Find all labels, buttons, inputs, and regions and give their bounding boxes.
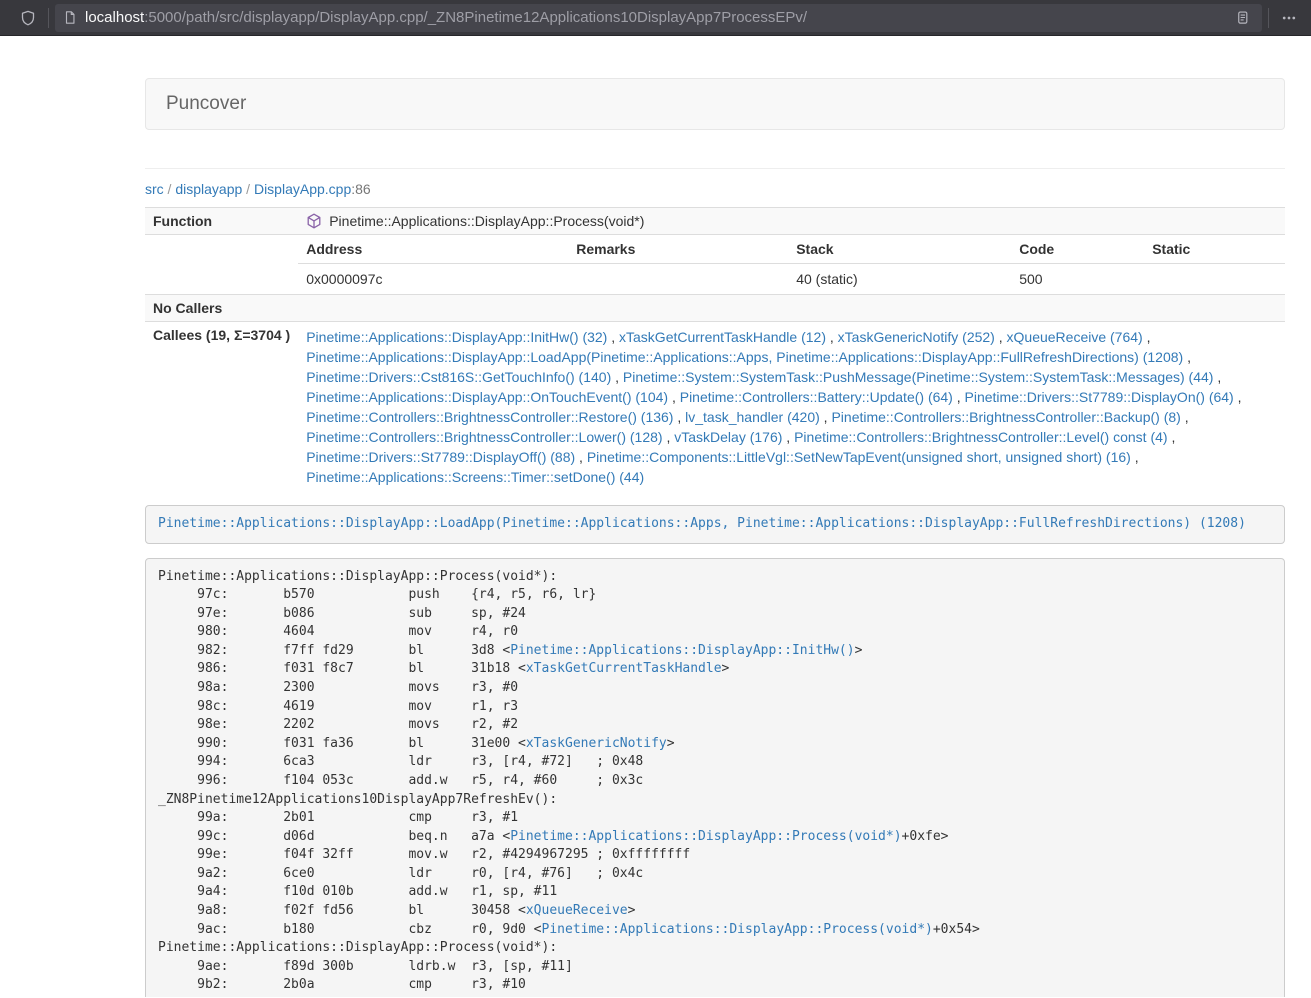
assembly-line: 994: 6ca3 ldr r3, [r4, #72] ; 0x48: [158, 753, 1272, 772]
col-header-static: Static: [1144, 235, 1285, 264]
snippet-link[interactable]: Pinetime::Applications::DisplayApp::Load…: [158, 516, 1246, 531]
assembly-line: Pinetime::Applications::DisplayApp::Proc…: [158, 568, 1272, 587]
callees-list: Pinetime::Applications::DisplayApp::Init…: [298, 322, 1285, 493]
assembly-line: 99c: d06d beq.n a7a <Pinetime::Applicati…: [158, 828, 1272, 847]
assembly-line: 97c: b570 push {r4, r5, r6, lr}: [158, 586, 1272, 605]
app-header-panel: Puncover: [145, 78, 1285, 130]
breadcrumb-separator: /: [164, 181, 176, 197]
breadcrumb-link[interactable]: DisplayApp.cpp: [254, 181, 351, 197]
assembly-line: 9ae: f89d 300b ldrb.w r3, [sp, #11]: [158, 958, 1272, 977]
callee-link[interactable]: Pinetime::Applications::DisplayApp::Init…: [306, 329, 607, 345]
function-row: Function Pinetime::Applications::Display…: [145, 208, 1285, 235]
assembly-line: 990: f031 fa36 bl 31e00 <xTaskGenericNot…: [158, 735, 1272, 754]
callee-link[interactable]: vTaskDelay (176): [674, 429, 782, 445]
page: Puncover src / displayapp / DisplayApp.c…: [0, 36, 1311, 997]
callees-row: Callees (19, Σ=3704 ) Pinetime::Applicat…: [145, 322, 1285, 493]
col-header-address: Address: [298, 235, 568, 264]
assembly-symbol-link[interactable]: Pinetime::Applications::DisplayApp::Proc…: [510, 829, 901, 844]
callee-link[interactable]: Pinetime::Applications::DisplayApp::OnTo…: [306, 389, 668, 405]
assembly-symbol-link[interactable]: xQueueReceive: [526, 903, 628, 918]
assembly-symbol-link[interactable]: xTaskGenericNotify: [526, 736, 667, 751]
col-header-remarks: Remarks: [568, 235, 788, 264]
callee-link[interactable]: Pinetime::Controllers::BrightnessControl…: [306, 409, 673, 425]
assembly-line: 99a: 2b01 cmp r3, #1: [158, 809, 1272, 828]
static-value: [1144, 264, 1285, 295]
url-host: localhost: [85, 9, 144, 26]
assembly-line: 996: f104 053c add.w r5, r4, #60 ; 0x3c: [158, 772, 1272, 791]
menu-meatball-icon[interactable]: [1275, 4, 1303, 32]
assembly-line: 97e: b086 sub sp, #24: [158, 605, 1272, 624]
callee-link[interactable]: xTaskGenericNotify (252): [838, 329, 995, 345]
page-icon: [61, 9, 79, 27]
col-header-stack: Stack: [788, 235, 1011, 264]
assembly-line: 98e: 2202 movs r2, #2: [158, 716, 1272, 735]
code-value: 500: [1011, 264, 1144, 295]
callee-link[interactable]: xQueueReceive (764): [1007, 329, 1143, 345]
callee-link[interactable]: Pinetime::Controllers::BrightnessControl…: [306, 429, 662, 445]
assembly-listing: Pinetime::Applications::DisplayApp::Proc…: [145, 558, 1285, 997]
callees-label: Callees (19, Σ=3704 ): [145, 322, 298, 493]
details-header-row: Address Remarks Stack Code Static: [298, 235, 1285, 264]
divider: [145, 168, 1285, 169]
col-header-code: Code: [1011, 235, 1144, 264]
assembly-line: 982: f7ff fd29 bl 3d8 <Pinetime::Applica…: [158, 642, 1272, 661]
assembly-line: 99e: f04f 32ff mov.w r2, #4294967295 ; 0…: [158, 846, 1272, 865]
reader-mode-icon[interactable]: [1228, 4, 1256, 32]
assembly-line: 98a: 2300 movs r3, #0: [158, 679, 1272, 698]
breadcrumb: src / displayapp / DisplayApp.cpp:86: [145, 181, 1285, 197]
toolbar-divider: [1268, 8, 1269, 28]
callee-link[interactable]: Pinetime::Drivers::Cst816S::GetTouchInfo…: [306, 369, 611, 385]
assembly-line: 986: f031 f8c7 bl 31b18 <xTaskGetCurrent…: [158, 660, 1272, 679]
assembly-line: 980: 4604 mov r4, r0: [158, 623, 1272, 642]
assembly-line: 9a2: 6ce0 ldr r0, [r4, #76] ; 0x4c: [158, 865, 1272, 884]
assembly-line: 9a8: f02f fd56 bl 30458 <xQueueReceive>: [158, 902, 1272, 921]
url-bar[interactable]: localhost:5000/path/src/displayapp/Displ…: [55, 4, 1262, 32]
callee-link[interactable]: lv_task_handler (420): [685, 409, 820, 425]
assembly-symbol-link[interactable]: xTaskGetCurrentTaskHandle: [526, 661, 722, 676]
page-title: Puncover: [166, 93, 246, 114]
shield-icon[interactable]: [14, 4, 42, 32]
callee-link[interactable]: Pinetime::Drivers::St7789::DisplayOn() (…: [965, 389, 1234, 405]
assembly-line: 9a4: f10d 010b add.w r1, sp, #11: [158, 883, 1272, 902]
address-value: 0x0000097c: [298, 264, 568, 295]
callee-link[interactable]: xTaskGetCurrentTaskHandle (12): [619, 329, 826, 345]
callee-link[interactable]: Pinetime::Applications::DisplayApp::Load…: [306, 349, 1183, 365]
url-text: localhost:5000/path/src/displayapp/Displ…: [85, 9, 1228, 26]
assembly-symbol-link[interactable]: Pinetime::Applications::DisplayApp::Proc…: [542, 922, 933, 937]
cube-icon: [306, 213, 322, 229]
callee-link[interactable]: Pinetime::Controllers::Battery::Update()…: [680, 389, 953, 405]
function-label: Function: [145, 208, 298, 235]
assembly-line: 9ac: b180 cbz r0, 9d0 <Pinetime::Applica…: [158, 921, 1272, 940]
url-path: :5000/path/src/displayapp/DisplayApp.cpp…: [144, 9, 807, 26]
callee-link[interactable]: Pinetime::Controllers::BrightnessControl…: [831, 409, 1180, 425]
assembly-line: 9b2: 2b0a cmp r3, #10: [158, 976, 1272, 995]
callee-link[interactable]: Pinetime::Components::LittleVgl::SetNewT…: [587, 449, 1131, 465]
table-row: 0x0000097c 40 (static) 500: [298, 264, 1285, 295]
assembly-line: Pinetime::Applications::DisplayApp::Proc…: [158, 939, 1272, 958]
browser-toolbar: localhost:5000/path/src/displayapp/Displ…: [0, 0, 1311, 36]
callee-link[interactable]: Pinetime::Controllers::BrightnessControl…: [794, 429, 1167, 445]
function-details-table: Address Remarks Stack Code Static 0x0000…: [298, 235, 1285, 294]
assembly-line: 98c: 4619 mov r1, r3: [158, 698, 1272, 717]
assembly-line: _ZN8Pinetime12Applications10DisplayApp7R…: [158, 791, 1272, 810]
breadcrumb-separator: /: [242, 181, 254, 197]
callee-link[interactable]: Pinetime::System::SystemTask::PushMessag…: [623, 369, 1214, 385]
callee-link[interactable]: Pinetime::Drivers::St7789::DisplayOff() …: [306, 449, 575, 465]
no-callers-label: No Callers: [145, 295, 298, 322]
no-callers-row: No Callers: [145, 295, 1285, 322]
callee-link[interactable]: Pinetime::Applications::Screens::Timer::…: [306, 469, 644, 485]
assembly-symbol-link[interactable]: Pinetime::Applications::DisplayApp::Init…: [510, 643, 854, 658]
toolbar-divider: [48, 8, 49, 28]
symbol-table: Function Pinetime::Applications::Display…: [145, 207, 1285, 492]
function-name: Pinetime::Applications::DisplayApp::Proc…: [329, 213, 644, 229]
breadcrumb-link[interactable]: src: [145, 181, 164, 197]
highlighted-snippet: Pinetime::Applications::DisplayApp::Load…: [145, 505, 1285, 544]
details-row: Address Remarks Stack Code Static 0x0000…: [145, 235, 1285, 295]
breadcrumb-line-number: :86: [351, 181, 370, 197]
remarks-value: [568, 264, 788, 295]
breadcrumb-link[interactable]: displayapp: [175, 181, 242, 197]
stack-value: 40 (static): [788, 264, 1011, 295]
